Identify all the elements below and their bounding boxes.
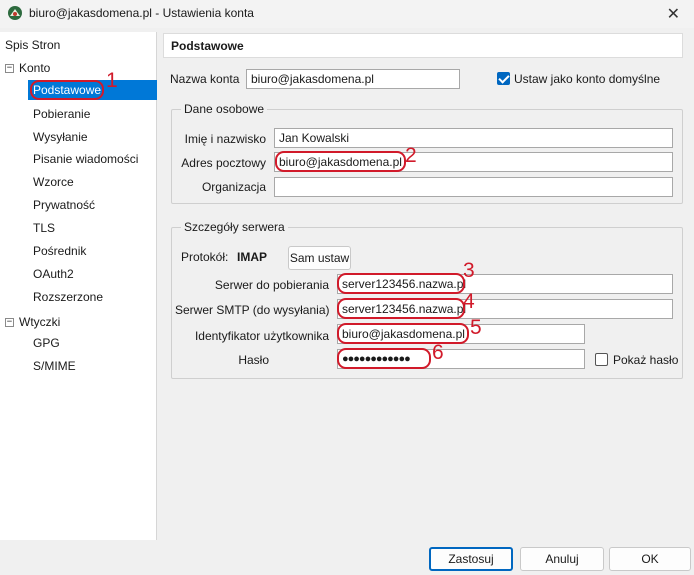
close-icon[interactable]: ✕ xyxy=(667,4,680,24)
show-password-checkbox[interactable] xyxy=(595,353,608,366)
protocol-value: IMAP xyxy=(237,250,267,264)
sidebar-item-podstawowe[interactable]: Podstawowe xyxy=(28,80,157,100)
sidebar-item-wzorce[interactable]: Wzorce xyxy=(33,172,74,192)
title-bar: biuro@jakasdomena.pl - Ustawienia konta … xyxy=(0,0,694,28)
smtp-server-label: Serwer SMTP (do wysyłania) xyxy=(175,303,330,317)
sidebar-item-pisanie[interactable]: Pisanie wiadomości xyxy=(33,149,138,169)
smtp-server-field[interactable]: server123456.nazwa.pl xyxy=(337,299,673,319)
sidebar-item-tls[interactable]: TLS xyxy=(33,218,55,238)
password-label: Hasło xyxy=(238,353,269,367)
panel-header: Podstawowe xyxy=(163,33,683,58)
app-icon xyxy=(8,6,22,20)
user-id-field[interactable]: biuro@jakasdomena.pl xyxy=(337,324,585,344)
name-field[interactable]: Jan Kowalski xyxy=(274,128,673,148)
annotation-number: 6 xyxy=(432,341,444,364)
window-title: biuro@jakasdomena.pl - Ustawienia konta xyxy=(29,6,254,20)
email-field[interactable]: biuro@jakasdomena.pl xyxy=(274,152,673,172)
default-account-label: Ustaw jako konto domyślne xyxy=(514,72,661,86)
email-label: Adres pocztowy xyxy=(181,156,266,170)
incoming-server-label: Serwer do pobierania xyxy=(214,278,329,292)
ok-button[interactable]: OK xyxy=(609,547,691,571)
collapse-icon[interactable]: − xyxy=(5,64,14,73)
annotation-number: 5 xyxy=(470,316,482,339)
incoming-server-field[interactable]: server123456.nazwa.pl xyxy=(337,274,673,294)
tree-group-label: Konto xyxy=(19,61,51,75)
tree-group-wtyczki[interactable]: − Wtyczki xyxy=(3,312,153,332)
default-account-checkbox[interactable] xyxy=(497,72,510,85)
annotation-number: 2 xyxy=(405,144,417,167)
panel-title: Podstawowe xyxy=(171,39,244,53)
manual-setup-button[interactable]: Sam ustaw xyxy=(288,246,351,270)
sidebar-item-pobieranie[interactable]: Pobieranie xyxy=(33,104,90,124)
apply-button[interactable]: Zastosuj xyxy=(429,547,513,571)
personal-data-title: Dane osobowe xyxy=(181,102,268,116)
sidebar: Spis Stron − Konto Podstawowe Pobieranie… xyxy=(0,32,157,540)
collapse-icon[interactable]: − xyxy=(5,318,14,327)
user-id-label: Identyfikator użytkownika xyxy=(194,329,329,343)
tree-group-konto[interactable]: − Konto xyxy=(3,58,153,78)
account-name-field[interactable]: biuro@jakasdomena.pl xyxy=(246,69,460,89)
sidebar-item-smime[interactable]: S/MIME xyxy=(33,356,76,376)
sidebar-item-rozszerzone[interactable]: Rozszerzone xyxy=(33,287,103,307)
account-name-label: Nazwa konta xyxy=(170,72,240,86)
sidebar-item-oauth2[interactable]: OAuth2 xyxy=(33,264,74,284)
server-details-title: Szczegóły serwera xyxy=(181,220,288,234)
protocol-label: Protokół: xyxy=(181,250,229,264)
organization-field[interactable] xyxy=(274,177,673,197)
sidebar-item-prywatnosc[interactable]: Prywatność xyxy=(33,195,95,215)
sidebar-item-wysylanie[interactable]: Wysyłanie xyxy=(33,127,88,147)
tree-group-label: Wtyczki xyxy=(19,315,61,329)
show-password-label: Pokaż hasło xyxy=(613,353,679,367)
annotation-number: 1 xyxy=(106,69,118,92)
annotation-number: 3 xyxy=(463,259,475,282)
name-label: Imię i nazwisko xyxy=(184,132,266,146)
cancel-button[interactable]: Anuluj xyxy=(520,547,604,571)
password-field[interactable]: ●●●●●●●●●●●● xyxy=(337,349,585,369)
organization-label: Organizacja xyxy=(201,180,266,194)
sidebar-item-posrednik[interactable]: Pośrednik xyxy=(33,241,86,261)
sidebar-header: Spis Stron xyxy=(5,38,61,52)
sidebar-item-gpg[interactable]: GPG xyxy=(33,333,60,353)
annotation-number: 4 xyxy=(463,290,475,313)
